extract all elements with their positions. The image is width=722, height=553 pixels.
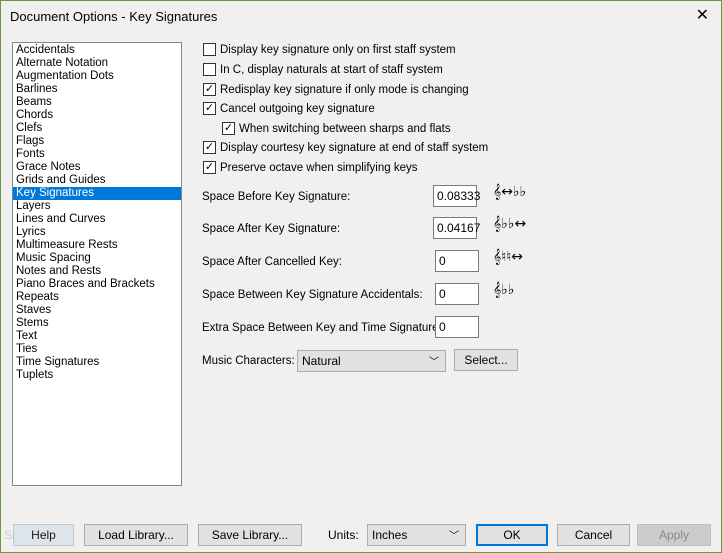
sidebar-item[interactable]: Grids and Guides (13, 174, 181, 187)
checkbox[interactable]: ✓ (203, 102, 216, 115)
sidebar-item[interactable]: Notes and Rests (13, 265, 181, 278)
checkbox-option[interactable]: ✓ When switching between sharps and flats (222, 122, 451, 135)
checkbox-label: In C, display naturals at start of staff… (220, 63, 443, 76)
field-input[interactable]: 0 (435, 283, 479, 305)
checkbox-label: Redisplay key signature if only mode is … (220, 83, 469, 96)
checkbox-option[interactable]: ✓ Display courtesy key signature at end o… (203, 141, 488, 154)
field-input[interactable]: 0.08333 (433, 185, 480, 207)
load-library-button[interactable]: Load Library... (84, 524, 188, 546)
sidebar-item[interactable]: Layers (13, 200, 181, 213)
help-button[interactable]: Help (13, 524, 74, 546)
chevron-down-icon: ﹀ (449, 531, 459, 542)
key-signature-preview-icon: 𝄞♮♮↔ (493, 249, 524, 265)
sidebar-item[interactable]: Beams (13, 96, 181, 109)
field-input[interactable]: 0 (435, 250, 479, 272)
save-library-button[interactable]: Save Library... (198, 524, 302, 546)
key-signature-preview-icon: 𝄞♭♭ (493, 282, 515, 298)
sidebar-item[interactable]: Time Signatures (13, 356, 181, 369)
checkbox-label: When switching between sharps and flats (239, 122, 451, 135)
field-label: Space After Key Signature: (202, 223, 341, 235)
sidebar-item[interactable]: Tuplets (13, 369, 181, 382)
sidebar-item[interactable]: Flags (13, 135, 181, 148)
key-signature-preview-icon: 𝄞↔♭♭ (493, 184, 527, 200)
field-input[interactable]: 0.04167 (433, 217, 480, 239)
sidebar-item[interactable]: Staves (13, 304, 181, 317)
sidebar-item[interactable]: Stems (13, 317, 181, 330)
sidebar-item[interactable]: Accidentals (13, 44, 181, 57)
sidebar-item[interactable]: Repeats (13, 291, 181, 304)
checkbox[interactable]: ✓ (203, 83, 216, 96)
sidebar-item[interactable]: Text (13, 330, 181, 343)
units-label: Units: (328, 528, 359, 542)
sidebar-item[interactable]: Lyrics (13, 226, 181, 239)
field-label: Space Between Key Signature Accidentals: (202, 289, 423, 301)
sidebar-item[interactable]: Multimeasure Rests (13, 239, 181, 252)
ok-button[interactable]: OK (476, 524, 548, 546)
apply-button[interactable]: Apply (637, 524, 711, 546)
checkbox-label: Cancel outgoing key signature (220, 102, 375, 115)
sidebar-item[interactable]: Piano Braces and Brackets (13, 278, 181, 291)
units-value: Inches (372, 528, 408, 542)
sidebar-item[interactable]: Clefs (13, 122, 181, 135)
checkbox[interactable]: ✓ (203, 161, 216, 174)
checkbox-option[interactable]: ✓ Preserve octave when simplifying keys (203, 161, 418, 174)
sidebar-item[interactable]: Chords (13, 109, 181, 122)
sidebar-item[interactable]: Ties (13, 343, 181, 356)
checkbox-option[interactable]: Display key signature only on first staf… (203, 43, 456, 56)
checkbox[interactable] (203, 43, 216, 56)
sidebar-item[interactable]: Alternate Notation (13, 57, 181, 70)
checkbox-option[interactable]: ✓ Redisplay key signature if only mode is… (203, 83, 469, 96)
sidebar-item[interactable]: Fonts (13, 148, 181, 161)
checkbox-label: Display key signature only on first staf… (220, 43, 456, 56)
key-signature-preview-icon: 𝄞♭♭↔ (493, 216, 527, 232)
field-label: Extra Space Between Key and Time Signatu… (202, 322, 442, 334)
music-characters-select[interactable]: Natural ﹀ (297, 350, 446, 372)
sidebar-item[interactable]: Barlines (13, 83, 181, 96)
sidebar-item[interactable]: Music Spacing (13, 252, 181, 265)
sidebar-item[interactable]: Lines and Curves (13, 213, 181, 226)
field-input[interactable]: 0 (435, 316, 479, 338)
units-select[interactable]: Inches ﹀ (367, 524, 466, 546)
checkbox-option[interactable]: In C, display naturals at start of staff… (203, 63, 443, 76)
chevron-down-icon: ﹀ (429, 357, 439, 368)
checkbox[interactable]: ✓ (222, 122, 235, 135)
checkbox[interactable] (203, 63, 216, 76)
select-button[interactable]: Select... (454, 349, 518, 371)
category-list[interactable]: Accidentals Alternate Notation Augmentatio… (12, 42, 182, 486)
close-icon[interactable]: ✕ (696, 5, 709, 25)
field-label: Space After Cancelled Key: (202, 256, 342, 268)
cancel-button[interactable]: Cancel (557, 524, 630, 546)
music-characters-value: Natural (302, 354, 341, 368)
music-characters-label: Music Characters: (202, 355, 295, 367)
sidebar-item[interactable]: Key Signatures (13, 187, 181, 200)
window-title: Document Options - Key Signatures (10, 9, 218, 24)
checkbox-label: Preserve octave when simplifying keys (220, 161, 418, 174)
checkbox[interactable]: ✓ (203, 141, 216, 154)
sidebar-item[interactable]: Augmentation Dots (13, 70, 181, 83)
field-label: Space Before Key Signature: (202, 191, 351, 203)
checkbox-label: Display courtesy key signature at end of… (220, 141, 489, 154)
sidebar-item[interactable]: Grace Notes (13, 161, 181, 174)
checkbox-option[interactable]: ✓ Cancel outgoing key signature (203, 102, 375, 115)
